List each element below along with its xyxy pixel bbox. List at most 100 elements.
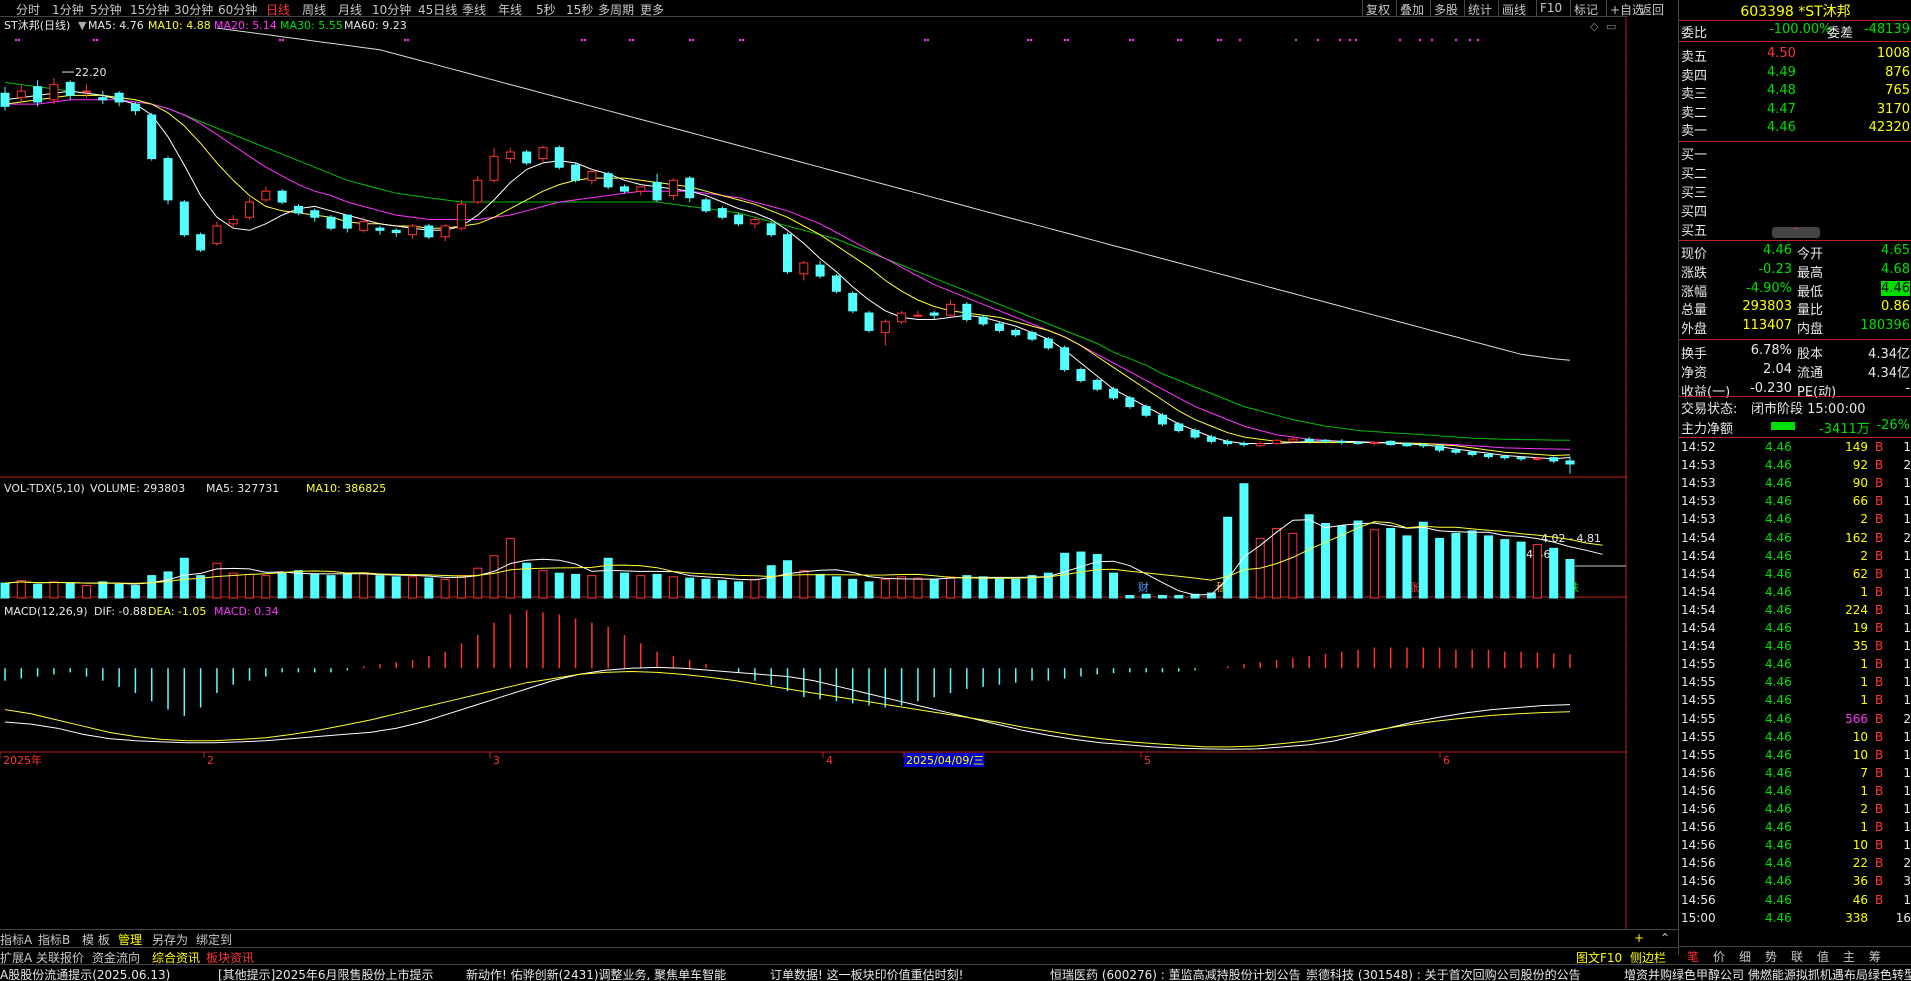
candle-body[interactable] xyxy=(1125,397,1135,408)
period-tab-6[interactable]: 日线 xyxy=(266,1,290,18)
tool-tab-0[interactable]: 复权 xyxy=(1366,1,1390,18)
candle-body[interactable] xyxy=(130,103,140,112)
candle-body[interactable] xyxy=(277,190,287,203)
candle-body[interactable] xyxy=(16,90,26,99)
candle-body[interactable] xyxy=(734,214,744,225)
indicator-tab-3[interactable]: 管理 xyxy=(118,931,142,948)
kline-chart-svg[interactable]: 24.0023.0022.0021.0020.0019.0018.0017.00… xyxy=(0,18,1627,929)
candle-body[interactable] xyxy=(440,225,450,238)
period-tab-14[interactable]: 15秒 xyxy=(566,1,593,18)
candle-body[interactable] xyxy=(1174,423,1184,431)
tool-tab-6[interactable]: 标记 xyxy=(1574,1,1598,18)
side-tab-4[interactable]: 联 xyxy=(1791,948,1803,965)
collapse-button[interactable]: ⌃ xyxy=(1772,227,1820,238)
candle-body[interactable] xyxy=(1239,443,1249,446)
candle-body[interactable] xyxy=(1500,456,1510,459)
candle-body[interactable] xyxy=(147,114,157,160)
chart-area[interactable]: 24.0023.0022.0021.0020.0019.0018.0017.00… xyxy=(0,18,1627,931)
period-tab-9[interactable]: 10分钟 xyxy=(372,1,411,18)
candle-body[interactable] xyxy=(375,227,385,231)
candle-body[interactable] xyxy=(1190,429,1200,438)
candle-body[interactable] xyxy=(571,164,581,181)
indicator-tab-0[interactable]: 指标A xyxy=(0,931,32,948)
candle-body[interactable] xyxy=(1353,441,1363,445)
candle-body[interactable] xyxy=(1435,445,1445,451)
candle-body[interactable] xyxy=(1402,443,1412,447)
candle-body[interactable] xyxy=(505,151,515,160)
news-item-4[interactable]: 恒瑞医药 (600276) : 董监高减持股份计划公告 xyxy=(1050,966,1301,981)
more-button[interactable]: ⌃ xyxy=(1660,931,1670,945)
candle-body[interactable] xyxy=(913,314,923,317)
candle-body[interactable] xyxy=(799,262,809,275)
period-tab-11[interactable]: 季线 xyxy=(462,1,486,18)
period-tab-8[interactable]: 月线 xyxy=(338,1,362,18)
indicator-tab-5[interactable]: 绑定到 xyxy=(196,931,232,948)
candle-body[interactable] xyxy=(522,151,532,164)
candle-body[interactable] xyxy=(1288,438,1298,442)
period-tab-15[interactable]: 多周期 xyxy=(598,1,634,18)
candle-body[interactable] xyxy=(1483,453,1493,458)
period-tab-0[interactable]: 分时 xyxy=(16,1,40,18)
candle-body[interactable] xyxy=(245,201,255,218)
candle-body[interactable] xyxy=(962,303,972,321)
candle-body[interactable] xyxy=(1337,440,1347,443)
indicator-tab-4[interactable]: 另存为 xyxy=(152,931,188,948)
candle-body[interactable] xyxy=(489,155,499,181)
period-tab-5[interactable]: 60分钟 xyxy=(218,1,257,18)
candle-body[interactable] xyxy=(978,316,988,325)
candle-body[interactable] xyxy=(1549,457,1559,462)
tool-tab-8[interactable]: 返回 xyxy=(1640,1,1664,18)
candle-body[interactable] xyxy=(65,81,75,96)
candle-body[interactable] xyxy=(994,323,1004,331)
candle-body[interactable] xyxy=(1223,440,1233,445)
period-tab-7[interactable]: 周线 xyxy=(302,1,326,18)
tool-tab-7[interactable]: +自选 xyxy=(1610,1,1644,18)
candle-body[interactable] xyxy=(1076,369,1086,381)
tool-tab-3[interactable]: 统计 xyxy=(1468,1,1492,18)
candle-body[interactable] xyxy=(82,90,92,93)
candle-body[interactable] xyxy=(326,216,336,229)
window-icon[interactable]: ▭ xyxy=(1606,20,1616,33)
candle-body[interactable] xyxy=(1109,388,1119,399)
candle-body[interactable] xyxy=(1092,379,1102,390)
candle-body[interactable] xyxy=(1386,440,1396,446)
candle-body[interactable] xyxy=(342,214,352,229)
indicator-tab-2[interactable]: 模 板 xyxy=(82,931,110,948)
period-tab-4[interactable]: 30分钟 xyxy=(174,1,213,18)
candle-body[interactable] xyxy=(261,190,271,201)
candle-body[interactable] xyxy=(408,225,418,236)
candle-body[interactable] xyxy=(424,225,434,238)
candle-body[interactable] xyxy=(538,147,548,160)
candle-body[interactable] xyxy=(293,205,303,214)
candle-body[interactable] xyxy=(717,208,727,218)
candle-body[interactable] xyxy=(228,218,238,225)
candle-body[interactable] xyxy=(179,201,189,236)
candle-body[interactable] xyxy=(1565,460,1575,465)
candle-body[interactable] xyxy=(929,312,939,316)
candle-body[interactable] xyxy=(1418,444,1428,447)
candle-body[interactable] xyxy=(864,312,874,331)
candle-body[interactable] xyxy=(701,199,711,212)
candle-body[interactable] xyxy=(603,173,613,188)
legend-dropdown-icon[interactable]: ▼ xyxy=(78,19,87,32)
tool-tab-4[interactable]: 画线 xyxy=(1502,1,1526,18)
period-tab-13[interactable]: 5秒 xyxy=(536,1,556,18)
side-tab-5[interactable]: 值 xyxy=(1817,948,1829,965)
candle-body[interactable] xyxy=(652,181,662,201)
candle-body[interactable] xyxy=(473,179,483,203)
news-item-2[interactable]: 新动作! 佑骅创新(2431)调整业务, 聚焦单车智能 xyxy=(466,966,726,981)
candle-body[interactable] xyxy=(1304,438,1314,442)
news-item-5[interactable]: 崇德科技 (301548) : 关于首次回购公司股份的公告 xyxy=(1306,966,1581,981)
candle-body[interactable] xyxy=(1532,457,1542,460)
candle-body[interactable] xyxy=(636,186,646,192)
candle-body[interactable] xyxy=(1451,449,1461,453)
candle-body[interactable] xyxy=(587,171,597,181)
indicator-tab-1[interactable]: 指标B xyxy=(38,931,70,948)
candle-body[interactable] xyxy=(1141,406,1151,416)
candle-body[interactable] xyxy=(1027,332,1037,340)
tool-tab-2[interactable]: 多股 xyxy=(1434,1,1458,18)
candle-body[interactable] xyxy=(456,203,466,229)
candle-body[interactable] xyxy=(685,177,695,199)
news-item-6[interactable]: 增资并购绿色甲醇公司 佛燃能源拟抓机遇布局绿色转型 xyxy=(1624,966,1911,981)
candle-body[interactable] xyxy=(1255,443,1265,447)
